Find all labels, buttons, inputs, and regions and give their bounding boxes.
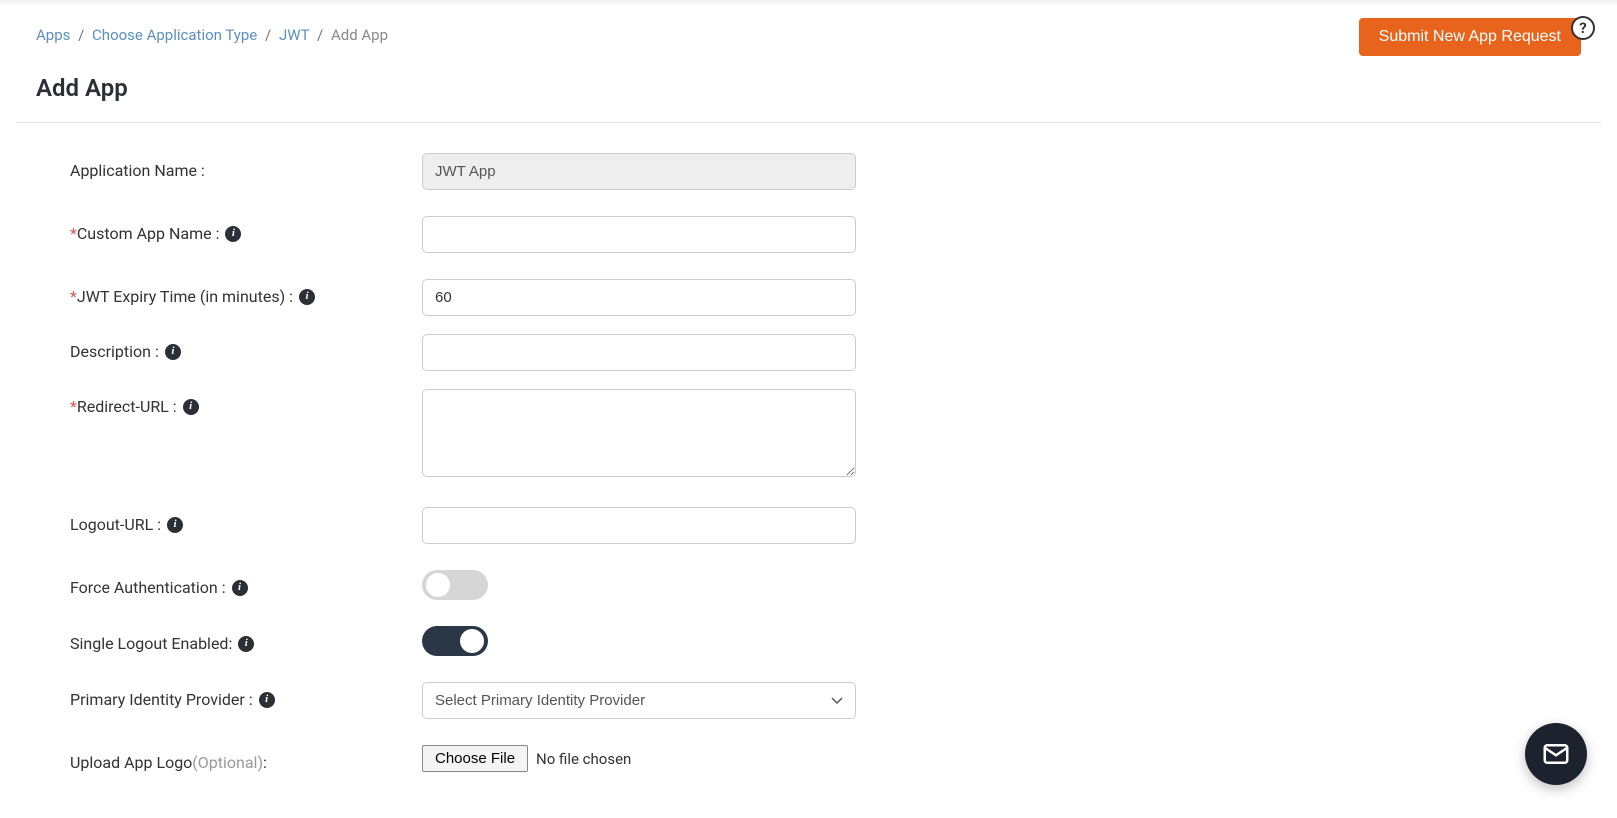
primary-idp-label: Primary Identity Provider : i: [70, 682, 422, 709]
breadcrumb-apps[interactable]: Apps: [36, 26, 70, 44]
logout-url-label: Logout-URL : i: [70, 507, 422, 534]
application-name-label: Application Name :: [70, 153, 422, 180]
info-icon[interactable]: i: [165, 344, 181, 360]
breadcrumb-current: Add App: [331, 26, 388, 44]
page-title: Add App: [36, 74, 1581, 102]
info-icon[interactable]: i: [238, 636, 254, 652]
custom-app-name-input[interactable]: [422, 216, 856, 253]
breadcrumb-sep: /: [265, 26, 271, 44]
info-icon[interactable]: i: [259, 692, 275, 708]
chat-fab[interactable]: [1525, 723, 1587, 785]
custom-app-name-label: *Custom App Name : i: [70, 216, 422, 243]
submit-new-app-button[interactable]: Submit New App Request: [1359, 18, 1581, 56]
description-label: Description : i: [70, 334, 422, 361]
jwt-expiry-input[interactable]: [422, 279, 856, 316]
info-icon[interactable]: i: [232, 580, 248, 596]
single-logout-label: Single Logout Enabled: i: [70, 626, 422, 653]
logout-url-input[interactable]: [422, 507, 856, 544]
mail-icon: [1541, 739, 1571, 769]
description-input[interactable]: [422, 334, 856, 371]
redirect-url-input[interactable]: [422, 389, 856, 477]
force-auth-label: Force Authentication : i: [70, 570, 422, 597]
force-auth-toggle[interactable]: [422, 570, 488, 600]
file-status-text: No file chosen: [536, 750, 631, 768]
breadcrumb-choose-type[interactable]: Choose Application Type: [92, 26, 257, 44]
info-icon[interactable]: i: [225, 226, 241, 242]
primary-idp-select[interactable]: Select Primary Identity Provider: [422, 682, 856, 719]
breadcrumb-jwt[interactable]: JWT: [279, 26, 309, 44]
breadcrumb: Apps / Choose Application Type / JWT / A…: [36, 18, 388, 44]
info-icon[interactable]: i: [299, 289, 315, 305]
breadcrumb-sep: /: [78, 26, 84, 44]
info-icon[interactable]: i: [167, 517, 183, 533]
info-icon[interactable]: i: [183, 399, 199, 415]
jwt-expiry-label: *JWT Expiry Time (in minutes) : i: [70, 279, 422, 306]
application-name-input: [422, 153, 856, 190]
choose-file-button[interactable]: Choose File: [422, 745, 528, 772]
breadcrumb-sep: /: [317, 26, 323, 44]
divider: [16, 122, 1601, 123]
upload-logo-label: Upload App Logo (Optional):: [70, 745, 422, 772]
single-logout-toggle[interactable]: [422, 626, 488, 656]
add-app-form: Application Name : *Custom App Name : i …: [36, 153, 1581, 772]
redirect-url-label: *Redirect-URL : i: [70, 389, 422, 416]
help-icon[interactable]: ?: [1571, 16, 1595, 40]
